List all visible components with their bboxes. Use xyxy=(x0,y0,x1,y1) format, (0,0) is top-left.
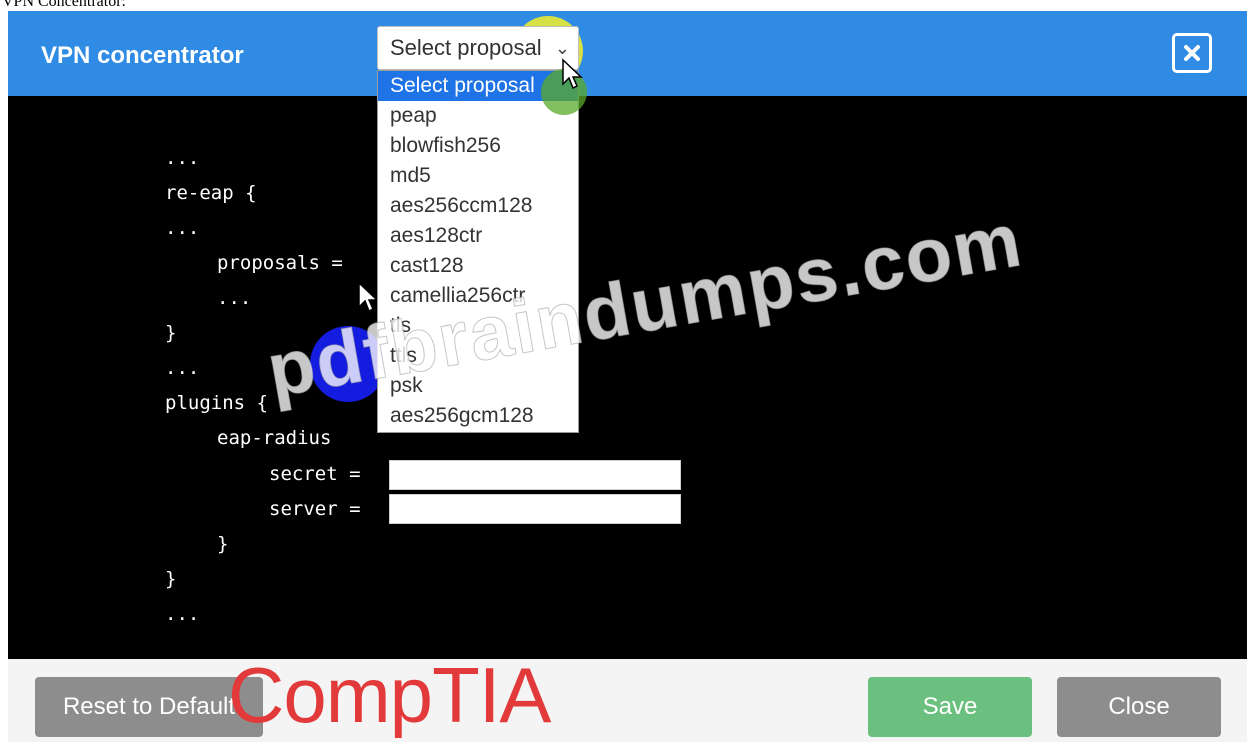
dropdown-option[interactable]: ttls xyxy=(378,341,578,371)
code-line: } xyxy=(217,533,229,555)
code-line: ... xyxy=(165,603,200,625)
secret-field[interactable] xyxy=(389,460,681,490)
caption: VPN Concentrator: xyxy=(2,0,126,10)
mouse-cursor-icon xyxy=(562,58,583,90)
code-line: ... xyxy=(217,287,252,309)
mouse-cursor-icon xyxy=(358,281,379,313)
dialog-footer: Reset to Default Save Close xyxy=(8,659,1247,742)
dropdown-option[interactable]: aes256ccm128 xyxy=(378,191,578,221)
close-icon[interactable] xyxy=(1172,33,1212,73)
close-glyph xyxy=(1184,45,1200,61)
config-editor: ... re-eap { ... proposals = ... } ... p… xyxy=(8,96,1247,659)
dropdown-option[interactable]: tls xyxy=(378,311,578,341)
dropdown-option[interactable]: camellia256ctr xyxy=(378,281,578,311)
server-field[interactable] xyxy=(389,494,681,524)
proposal-select[interactable]: Select proposal ⌄ xyxy=(377,26,579,70)
code-line: } xyxy=(165,322,177,344)
dropdown-option[interactable]: aes256gcm128 xyxy=(378,401,578,431)
dropdown-option[interactable]: psk xyxy=(378,371,578,401)
code-line: ... xyxy=(165,217,200,239)
code-line: eap-radius xyxy=(217,427,332,449)
click-highlight xyxy=(310,326,386,402)
dropdown-option[interactable]: cast128 xyxy=(378,251,578,281)
code-line: re-eap { xyxy=(165,182,257,204)
save-button[interactable]: Save xyxy=(868,677,1032,737)
proposal-select-value: Select proposal xyxy=(390,35,542,60)
code-line: proposals = xyxy=(217,252,343,274)
dropdown-option[interactable]: blowfish256 xyxy=(378,131,578,161)
code-line: ... xyxy=(165,357,200,379)
title-bar: VPN concentrator xyxy=(8,11,1247,96)
vpn-dialog: VPN concentrator ... re-eap { ... propos… xyxy=(8,11,1247,742)
dropdown-option[interactable]: aes128ctr xyxy=(378,221,578,251)
code-line: } xyxy=(165,568,177,590)
code-line: ... xyxy=(165,147,200,169)
proposal-dropdown: Select proposal peap blowfish256 md5 aes… xyxy=(377,70,579,433)
dropdown-option[interactable]: md5 xyxy=(378,161,578,191)
dialog-title: VPN concentrator xyxy=(41,42,244,69)
close-button[interactable]: Close xyxy=(1057,677,1221,737)
code-line: server = xyxy=(269,498,361,520)
code-line: plugins { xyxy=(165,392,268,414)
reset-button[interactable]: Reset to Default xyxy=(35,677,263,737)
code-line: secret = xyxy=(269,463,361,485)
